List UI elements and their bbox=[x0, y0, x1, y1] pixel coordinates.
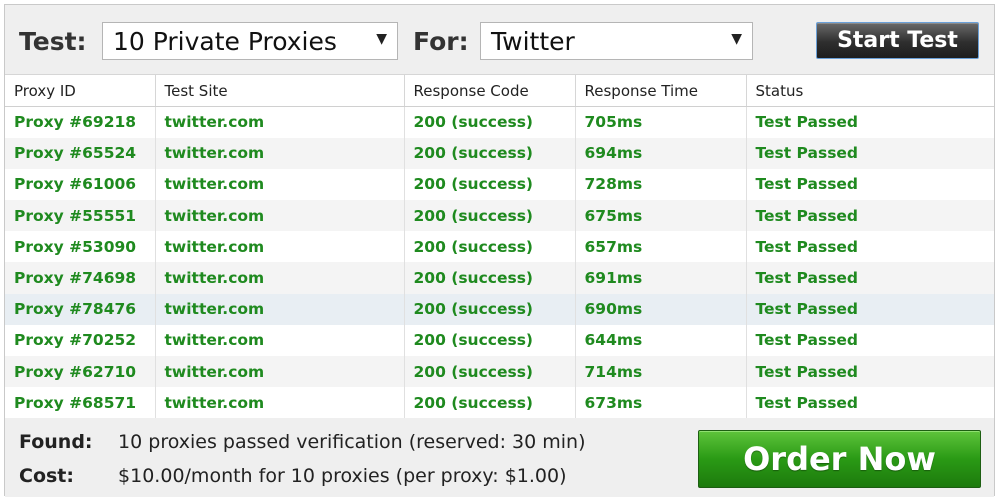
cell-response-time: 644ms bbox=[575, 324, 747, 356]
cell-test-site: twitter.com bbox=[155, 168, 405, 201]
header-response-time: Response Time bbox=[575, 74, 747, 107]
cell-response-code: 200 (success) bbox=[404, 106, 576, 138]
cell-response-time: 714ms bbox=[575, 356, 747, 388]
header-test-site: Test Site bbox=[155, 74, 405, 107]
table-row: Proxy #74698 twitter.com 200 (success) 6… bbox=[5, 262, 994, 294]
table-row: Proxy #62710 twitter.com 200 (success) 7… bbox=[5, 356, 994, 388]
cell-proxy-id: Proxy #74698 bbox=[5, 262, 156, 294]
cell-test-site: twitter.com bbox=[155, 356, 405, 388]
cell-response-time: 690ms bbox=[575, 293, 747, 325]
cell-status: Test Passed bbox=[755, 175, 859, 194]
cell-proxy-id: Proxy #70252 bbox=[5, 324, 156, 356]
target-site-select[interactable]: Twitter ▼ bbox=[480, 22, 753, 60]
cell-test-site: twitter.com bbox=[155, 106, 405, 138]
cost-line: Cost: $10.00/month for 10 proxies (per p… bbox=[19, 465, 567, 487]
cell-test-site: twitter.com bbox=[155, 137, 405, 169]
cell-response-code: 200 (success) bbox=[404, 262, 576, 294]
cell-test-site: twitter.com bbox=[155, 387, 405, 419]
cell-proxy-id: Proxy #61006 bbox=[5, 168, 156, 201]
cell-test-site: twitter.com bbox=[155, 324, 405, 356]
cell-response-time: 675ms bbox=[575, 200, 747, 232]
cell-response-code: 200 (success) bbox=[404, 231, 576, 263]
chevron-down-icon: ▼ bbox=[376, 31, 387, 47]
cell-test-site: twitter.com bbox=[155, 231, 405, 263]
found-label: Found: bbox=[19, 431, 93, 453]
cell-response-code: 200 (success) bbox=[404, 356, 576, 388]
cell-response-time: 694ms bbox=[575, 137, 747, 169]
found-line: Found: 10 proxies passed verification (r… bbox=[19, 431, 586, 453]
cell-status: Test Passed bbox=[746, 137, 994, 169]
cell-response-time: 691ms bbox=[575, 262, 747, 294]
proxy-test-panel: Test: 10 Private Proxies ▼ For: Twitter … bbox=[4, 4, 995, 497]
test-toolbar: Test: 10 Private Proxies ▼ For: Twitter … bbox=[5, 5, 994, 74]
header-status: Status bbox=[746, 74, 994, 107]
cell-response-code: 200 (success) bbox=[404, 293, 576, 325]
cell-status: Test Passed bbox=[746, 262, 994, 294]
order-now-button[interactable]: Order Now bbox=[698, 430, 981, 488]
cell-proxy-id: Proxy #68571 bbox=[5, 387, 156, 419]
cell-response-time: 657ms bbox=[575, 231, 747, 263]
cell-test-site: twitter.com bbox=[155, 200, 405, 232]
cell-response-time: 673ms bbox=[575, 387, 747, 419]
table-row: Proxy #53090 twitter.com 200 (success) 6… bbox=[5, 231, 994, 263]
cell-status: Test Passed bbox=[746, 293, 994, 325]
for-label: For: bbox=[413, 27, 469, 56]
cell-proxy-id: Proxy #55551 bbox=[5, 200, 156, 232]
cell-proxy-id: Proxy #69218 bbox=[5, 106, 156, 138]
chevron-down-icon: ▼ bbox=[731, 31, 742, 47]
header-response-code: Response Code bbox=[404, 74, 576, 107]
cell-status: Test Passed bbox=[755, 113, 859, 132]
cell-status: Test Passed bbox=[746, 200, 994, 232]
cell-response-code: 200 (success) bbox=[404, 324, 576, 356]
results-table: Proxy ID Test Site Response Code Respons… bbox=[5, 74, 994, 419]
cell-response-code: 200 (success) bbox=[404, 137, 576, 169]
table-row: Proxy #61006 twitter.com 200 (success) 7… bbox=[5, 168, 994, 201]
cost-label: Cost: bbox=[19, 465, 74, 487]
cell-proxy-id: Proxy #65524 bbox=[5, 137, 156, 169]
table-row: Proxy #70252 twitter.com 200 (success) 6… bbox=[5, 324, 994, 356]
cell-proxy-id: Proxy #78476 bbox=[5, 293, 156, 325]
cell-response-code: 200 (success) bbox=[404, 168, 576, 201]
found-text: 10 proxies passed verification (reserved… bbox=[118, 431, 586, 453]
start-test-button[interactable]: Start Test bbox=[816, 22, 979, 59]
cell-proxy-id: Proxy #53090 bbox=[5, 231, 156, 263]
header-proxy-id: Proxy ID bbox=[5, 74, 156, 107]
test-label: Test: bbox=[19, 27, 87, 56]
proxy-package-value: 10 Private Proxies bbox=[113, 26, 337, 56]
table-row: Proxy #55551 twitter.com 200 (success) 6… bbox=[5, 200, 994, 232]
cell-proxy-id: Proxy #62710 bbox=[5, 356, 156, 388]
cell-test-site: twitter.com bbox=[155, 293, 405, 325]
table-row: Proxy #69218 twitter.com 200 (success) 7… bbox=[5, 106, 994, 138]
cell-response-time: 705ms bbox=[575, 106, 747, 138]
table-row: Proxy #65524 twitter.com 200 (success) 6… bbox=[5, 137, 994, 169]
cell-test-site: twitter.com bbox=[155, 262, 405, 294]
target-site-value: Twitter bbox=[491, 26, 575, 56]
table-row: Proxy #68571 twitter.com 200 (success) 6… bbox=[5, 387, 994, 419]
table-row: Proxy #78476 twitter.com 200 (success) 6… bbox=[5, 293, 994, 325]
cell-status: Test Passed bbox=[755, 237, 859, 256]
cell-status: Test Passed bbox=[755, 393, 859, 412]
cell-response-code: 200 (success) bbox=[404, 200, 576, 232]
cell-status: Test Passed bbox=[755, 331, 859, 350]
cell-response-code: 200 (success) bbox=[404, 387, 576, 419]
cell-status: Test Passed bbox=[746, 356, 994, 388]
summary-footer: Found: 10 proxies passed verification (r… bbox=[5, 418, 994, 497]
table-header-row: Proxy ID Test Site Response Code Respons… bbox=[5, 74, 994, 107]
cell-response-time: 728ms bbox=[575, 168, 747, 201]
cost-text: $10.00/month for 10 proxies (per proxy: … bbox=[118, 465, 567, 487]
proxy-package-select[interactable]: 10 Private Proxies ▼ bbox=[102, 22, 398, 60]
